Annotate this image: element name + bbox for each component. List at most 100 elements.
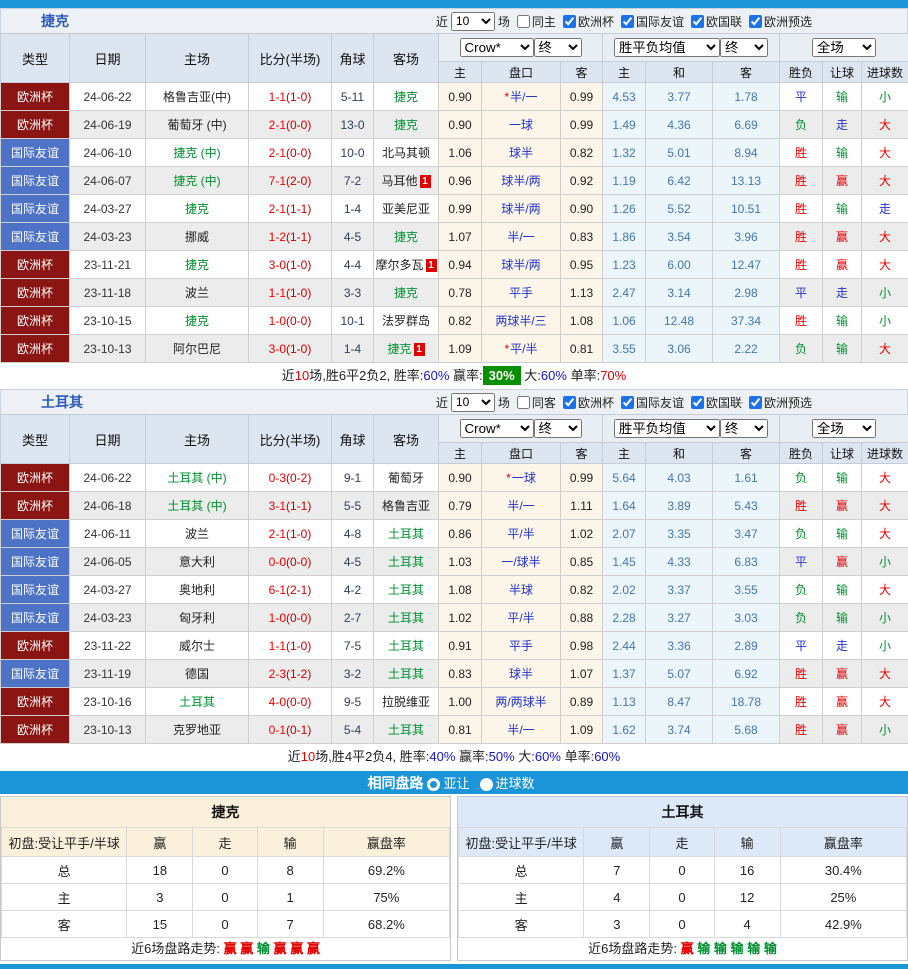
scope-select[interactable]: 全场 [812, 419, 876, 438]
same-venue-filter[interactable]: 同客 [517, 394, 556, 411]
handicap-cell: 半/一 [482, 223, 561, 251]
date-cell: 23-11-22 [70, 632, 146, 660]
goals-result-cell: 小 [862, 279, 908, 307]
away-team-cell: 土耳其 [374, 576, 439, 604]
result-cell: 胜 [780, 251, 823, 279]
league-filter-1[interactable]: 国际友谊 [621, 13, 684, 30]
sub-column-header: 盘口 [482, 443, 561, 464]
sub-column-header: 胜负 [780, 443, 823, 464]
score-cell: 2-3(1-2) [249, 660, 332, 688]
recent-count-select[interactable]: 10 [451, 393, 495, 412]
odds-home-cell: 0.90 [439, 464, 482, 492]
league-filter-1[interactable]: 国际友谊 [621, 394, 684, 411]
handicap-result-cell: 赢 [823, 492, 862, 520]
sub-column-header: 盘口 [482, 62, 561, 83]
league-checkbox-0[interactable] [563, 396, 576, 409]
odds-away-cell: 1.09 [561, 716, 603, 744]
trend-label: 近6场盘路走势: [588, 941, 677, 956]
result-cell: 胜 [780, 688, 823, 716]
league-checkbox-1[interactable] [621, 396, 634, 409]
league-cell: 国际友谊 [1, 139, 70, 167]
corner-cell: 5-4 [332, 716, 374, 744]
odds-home-cell: 0.81 [439, 716, 482, 744]
odds-home-cell: 0.96 [439, 167, 482, 195]
summary-line: 近10场,胜4平2负4, 胜率:40% 赢率:50% 大:60% 单率:60% [0, 744, 908, 770]
league-checkbox-2[interactable] [691, 15, 704, 28]
goals-result-cell: 大 [862, 520, 908, 548]
score-cell: 7-1(2-0) [249, 167, 332, 195]
team-section-title: 土耳其 [41, 392, 83, 412]
lose-cell: 16 [714, 857, 780, 884]
banner-radio-1[interactable] [480, 778, 493, 791]
trend-item: 输 [731, 941, 744, 956]
away-team-cell: 土耳其 [374, 604, 439, 632]
corner-cell: 9-5 [332, 688, 374, 716]
mean-type-select[interactable]: 胜平负均值 [614, 38, 720, 57]
goals-result-cell: 大 [862, 464, 908, 492]
red-card-badge: 1 [414, 343, 425, 356]
league-filter-3[interactable]: 欧洲预选 [749, 13, 812, 30]
mean-final-select[interactable]: 终 [720, 419, 768, 438]
home-team-cell: 阿尔巴尼 [146, 335, 249, 363]
recent-count-select[interactable]: 10 [451, 12, 495, 31]
mean-home-cell: 2.47 [603, 279, 646, 307]
score-cell: 1-0(0-0) [249, 307, 332, 335]
league-cell: 国际友谊 [1, 223, 70, 251]
match-row: 国际友谊24-03-27捷克2-1(1-1)1-4亚美尼亚0.99球半/两0.9… [1, 195, 908, 223]
banner-option-label-0: 亚让 [443, 776, 469, 791]
league-checkbox-0[interactable] [563, 15, 576, 28]
bottom-accent-bar [0, 964, 908, 969]
home-team-cell: 波兰 [146, 520, 249, 548]
league-filter-3[interactable]: 欧洲预选 [749, 394, 812, 411]
mean-type-select[interactable]: 胜平负均值 [614, 419, 720, 438]
scope-select[interactable]: 全场 [812, 38, 876, 57]
league-filter-2[interactable]: 欧国联 [691, 13, 742, 30]
league-checkbox-3[interactable] [749, 15, 762, 28]
league-filter-0[interactable]: 欧洲杯 [563, 13, 614, 30]
league-checkbox-2[interactable] [691, 396, 704, 409]
league-checkbox-1[interactable] [621, 15, 634, 28]
league-filter-2[interactable]: 欧国联 [691, 394, 742, 411]
mean-home-cell: 1.23 [603, 251, 646, 279]
handicap-stats-table: 初盘:受让平手/半球赢走输赢盘率总701630.4%主401225%客30442… [458, 827, 907, 938]
score-cell: 3-0(1-0) [249, 251, 332, 279]
same-venue-checkbox[interactable] [517, 396, 530, 409]
odds-company-select[interactable]: Crow* [460, 419, 534, 438]
score-cell: 2-1(1-1) [249, 195, 332, 223]
corner-cell: 5-11 [332, 83, 374, 111]
trend-item: 赢 [240, 941, 253, 956]
banner-radio-0[interactable] [427, 778, 440, 791]
league-filter-0[interactable]: 欧洲杯 [563, 394, 614, 411]
stats-col-header: 输 [257, 828, 323, 857]
handicap-result-cell: 走 [823, 279, 862, 307]
sub-column-header: 客 [561, 62, 603, 83]
handicap-result-cell: 走 [823, 632, 862, 660]
mean-away-cell: 5.68 [713, 716, 780, 744]
mean-home-cell: 1.86 [603, 223, 646, 251]
score-cell: 0-1(0-1) [249, 716, 332, 744]
date-cell: 24-06-05 [70, 548, 146, 576]
stats-header-row: 初盘:受让平手/半球赢走输赢盘率 [2, 828, 450, 857]
odds-away-cell: 0.99 [561, 83, 603, 111]
win-cell: 4 [584, 884, 650, 911]
sub-column-header: 客 [561, 443, 603, 464]
league-checkbox-3[interactable] [749, 396, 762, 409]
mean-away-cell: 3.47 [713, 520, 780, 548]
mean-final-select[interactable]: 终 [720, 38, 768, 57]
odds-final-select[interactable]: 终 [534, 38, 582, 57]
odds-home-cell: 1.03 [439, 548, 482, 576]
sub-column-header: 让球 [823, 62, 862, 83]
column-header: 客场 [374, 34, 439, 83]
mean-draw-cell: 3.35 [646, 520, 713, 548]
match-row: 欧洲杯23-10-16土耳其4-0(0-0)9-5拉脱维亚1.00两/两球半0.… [1, 688, 908, 716]
odds-company-select[interactable]: Crow* [460, 38, 534, 57]
same-venue-checkbox[interactable] [517, 15, 530, 28]
scope-group-header: 全场 [780, 34, 908, 62]
league-cell: 欧洲杯 [1, 688, 70, 716]
mean-draw-cell: 3.77 [646, 83, 713, 111]
match-row: 欧洲杯24-06-19葡萄牙 (中)2-1(0-0)13-0捷克0.90一球0.… [1, 111, 908, 139]
mean-home-cell: 3.55 [603, 335, 646, 363]
league-cell: 欧洲杯 [1, 251, 70, 279]
same-venue-filter[interactable]: 同主 [517, 13, 556, 30]
odds-final-select[interactable]: 终 [534, 419, 582, 438]
